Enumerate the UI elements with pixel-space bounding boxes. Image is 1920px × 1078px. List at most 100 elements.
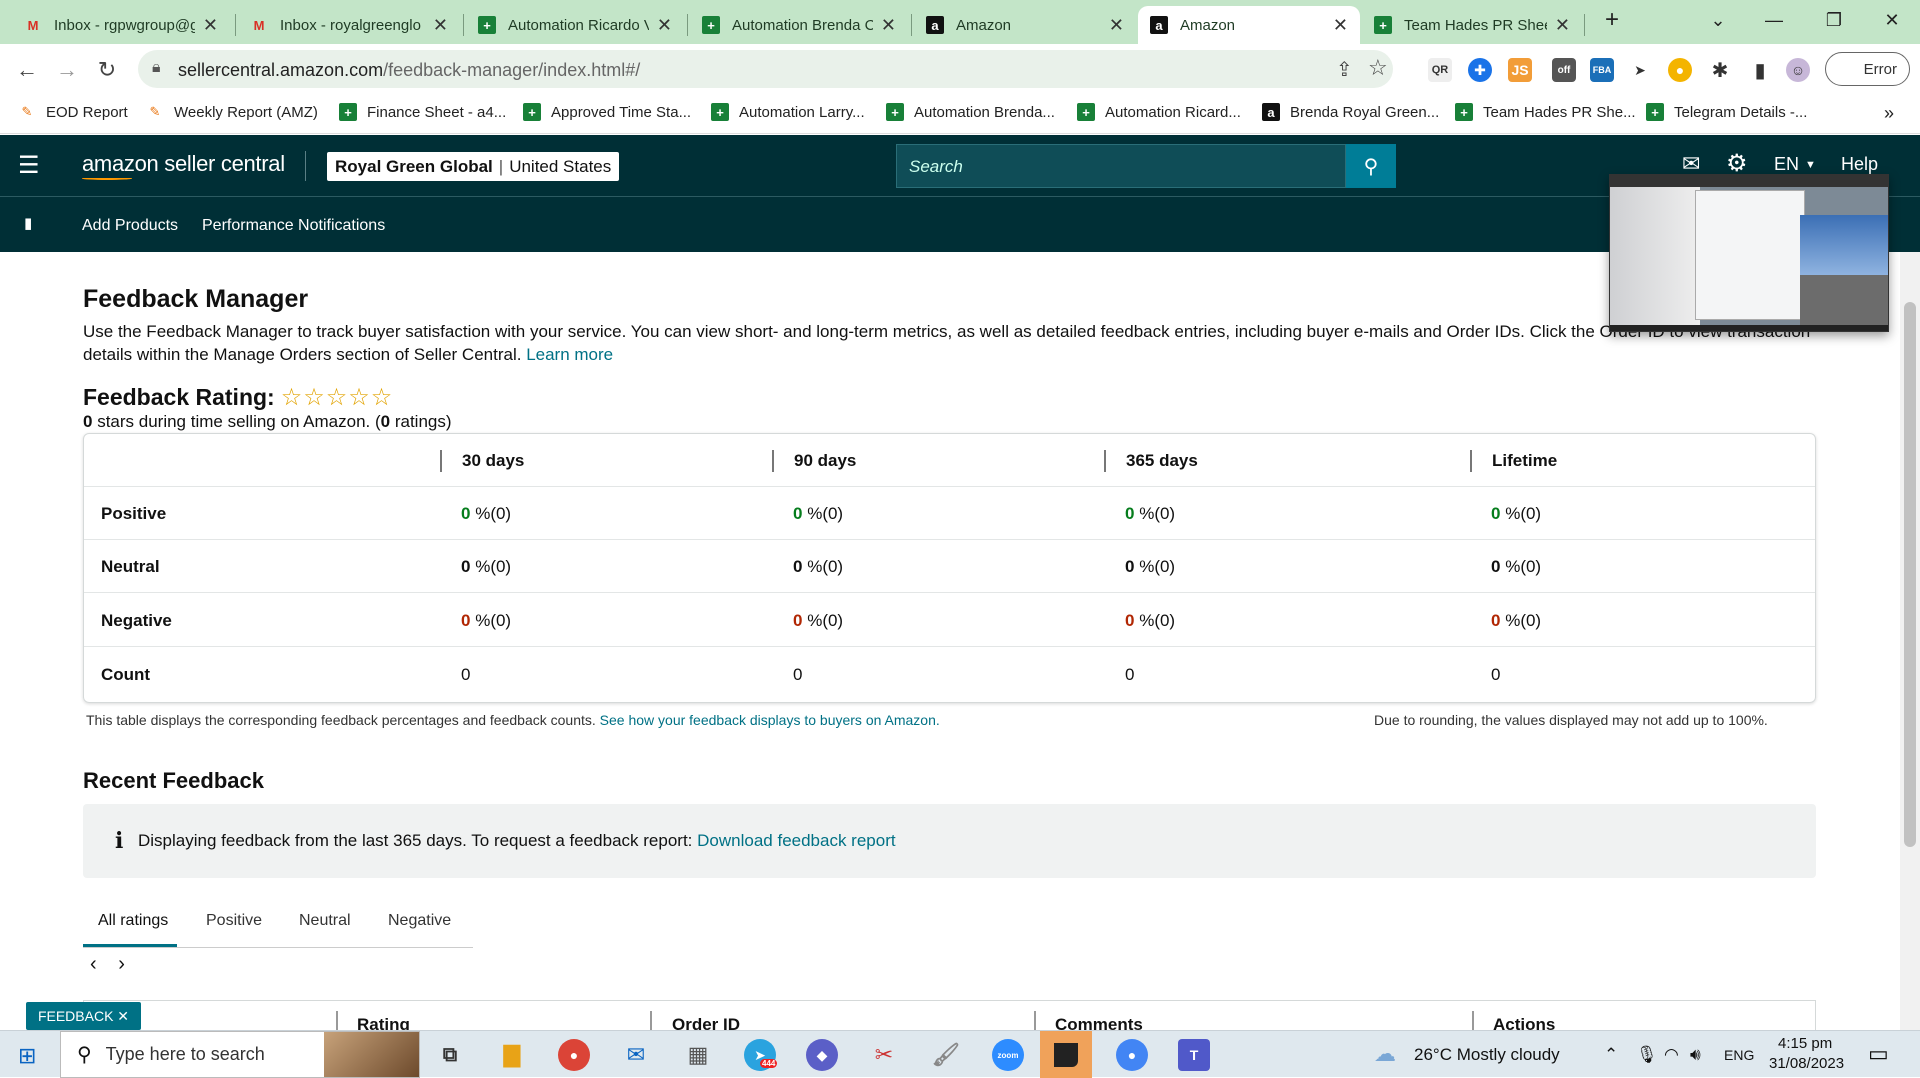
taskbar-search-input[interactable]: ⚲ Type here to search [60,1031,420,1078]
js-extension-icon[interactable]: JS [1508,58,1532,82]
calculator-icon[interactable]: ▦ [682,1039,714,1071]
side-panel-icon[interactable]: ▮ [1748,58,1772,82]
tab-all-ratings[interactable]: All ratings [98,912,168,930]
chrome-profile-icon[interactable]: ● [1116,1039,1148,1071]
wifi-icon[interactable]: ◠ [1664,1045,1679,1065]
close-tab-icon[interactable]: ✕ [1333,15,1348,36]
feedback-button[interactable]: FEEDBACK ✕ [26,1002,141,1030]
nav-performance-notifications[interactable]: Performance Notifications [202,217,385,235]
tab-neutral[interactable]: Neutral [299,912,351,930]
back-arrow-icon[interactable]: ← [12,55,42,85]
sheets-icon: + [711,103,729,121]
bookmark-item[interactable]: + Automation Ricard... [1077,103,1241,121]
bookmark-icon[interactable]: ▮ [24,214,32,232]
tab-positive[interactable]: Positive [206,912,262,930]
bookmark-item[interactable]: ✎ EOD Report [18,103,128,121]
bookmark-item[interactable]: a Brenda Royal Green... [1262,103,1439,121]
close-tab-icon[interactable]: ✕ [1555,15,1570,36]
more-bookmarks-chevron-icon[interactable]: » [1884,103,1894,124]
help-link[interactable]: Help [1841,154,1878,175]
search-icon: ⚲ [1363,155,1379,178]
browser-tab[interactable]: + Automation Ricardo V ✕ [466,6,684,44]
pagination: ‹ › [90,953,125,976]
close-tab-icon[interactable]: ✕ [657,15,672,36]
fba-extension-icon[interactable]: FBA [1590,58,1614,82]
weather-text[interactable]: 26°C Mostly cloudy [1414,1045,1560,1065]
tab-negative[interactable]: Negative [388,912,451,930]
seller-central-logo[interactable]: amazon seller central [82,151,285,177]
amazon-smile-icon [82,177,132,180]
snipping-tool-icon[interactable]: ✂ [868,1039,900,1071]
microphone-icon[interactable]: 🎙︎ [1636,1045,1658,1065]
chevron-right-icon[interactable]: › [118,953,125,975]
scrollbar-thumb[interactable] [1904,302,1916,847]
chevron-left-icon[interactable]: ‹ [90,953,97,975]
forward-arrow-icon[interactable]: → [52,55,82,85]
browser-tab-active[interactable]: a Amazon ✕ [1138,6,1360,44]
browser-tab[interactable]: M Inbox - rgpwgroup@g ✕ [12,6,230,44]
close-tab-icon[interactable]: ✕ [881,15,896,36]
bookmark-item[interactable]: + Automation Brenda... [886,103,1055,121]
amazon-icon: a [1262,103,1280,121]
store-switcher[interactable]: Royal Green Global | United States [327,152,620,181]
hamburger-menu-icon[interactable]: ☰ [18,151,40,180]
avatar[interactable]: ☺ [1786,58,1810,82]
feedback-display-link[interactable]: See how your feedback displays to buyers… [600,712,940,728]
close-tab-icon[interactable]: ✕ [433,15,448,36]
qr-extension-icon[interactable]: QR [1428,58,1452,82]
bookmark-item[interactable]: + Automation Larry... [711,103,865,121]
task-view-icon[interactable]: ⧉ [434,1039,466,1071]
file-explorer-icon[interactable]: ▇ [496,1039,528,1071]
bookmark-star-icon[interactable]: ☆ [1368,55,1388,81]
clock-date[interactable]: 31/08/2023 [1769,1055,1844,1072]
language-selector[interactable]: EN ▼ [1774,154,1816,175]
maximize-button[interactable]: ❐ [1806,0,1862,40]
tab-search-chevron-icon[interactable]: ⌄ [1690,0,1746,40]
telegram-icon[interactable]: ➤ 444 [744,1039,778,1071]
close-window-button[interactable]: ✕ [1864,0,1920,40]
page-scrollbar[interactable] [1900,252,1920,1030]
bookmark-item[interactable]: + Finance Sheet - a4... [339,103,506,121]
search-button[interactable]: ⚲ [1346,144,1396,188]
extension-icon[interactable]: ✚ [1468,58,1492,82]
teams-icon[interactable]: T [1178,1039,1210,1071]
zoom-icon[interactable]: zoom [992,1039,1024,1071]
search-input[interactable]: Search [896,144,1346,188]
chrome-icon[interactable]: ● [558,1039,590,1071]
browser-tab[interactable]: + Automation Brenda C ✕ [690,6,908,44]
windows-start-icon[interactable]: ⊞ [18,1043,36,1069]
download-report-link[interactable]: Download feedback report [697,831,895,850]
close-tab-icon[interactable]: ✕ [203,15,218,36]
paint-icon[interactable]: 🖌︎ [930,1039,962,1071]
chrome-extension-icon[interactable]: ● [1668,58,1692,82]
sticky-notes-icon[interactable] [1040,1031,1092,1078]
browser-tab[interactable]: a Amazon ✕ [914,6,1136,44]
bookmark-item[interactable]: + Team Hades PR She... [1455,103,1636,121]
copilot-icon[interactable]: ◆ [806,1039,838,1071]
bookmark-item[interactable]: ✎ Weekly Report (AMZ) [146,103,318,121]
address-bar[interactable]: 🔒︎ sellercentral.amazon.com/feedback-man… [138,50,1393,88]
cursor-extension-icon[interactable]: ➤ [1628,58,1652,82]
tray-chevron-icon[interactable]: ⌃ [1604,1045,1618,1065]
sheets-icon: + [339,103,357,121]
new-tab-button[interactable]: + [1584,0,1640,40]
bookmark-item[interactable]: + Telegram Details -... [1646,103,1807,121]
profile-error-button[interactable]: Error [1825,52,1910,86]
picture-in-picture-video[interactable] [1609,174,1889,332]
input-language[interactable]: ENG [1724,1047,1754,1063]
browser-tab[interactable]: M Inbox - royalgreenglo ✕ [238,6,460,44]
puzzle-extensions-icon[interactable]: ✱ [1708,58,1732,82]
speaker-icon[interactable]: 🔊︎ [1690,1045,1701,1065]
browser-tab[interactable]: + Team Hades PR Sheet ✕ [1362,6,1582,44]
bookmark-item[interactable]: + Approved Time Sta... [523,103,691,121]
nav-add-products[interactable]: Add Products [82,217,178,235]
close-tab-icon[interactable]: ✕ [1109,15,1124,36]
off-extension-icon[interactable]: off [1552,58,1576,82]
mail-app-icon[interactable]: ✉ [620,1039,652,1071]
reload-icon[interactable]: ↻ [92,55,122,85]
share-icon[interactable]: ⇪ [1336,57,1353,82]
notification-icon[interactable]: ▭ [1868,1041,1889,1067]
minimize-button[interactable]: — [1746,0,1802,40]
learn-more-link[interactable]: Learn more [526,345,613,364]
clock-time[interactable]: 4:15 pm [1778,1035,1832,1052]
